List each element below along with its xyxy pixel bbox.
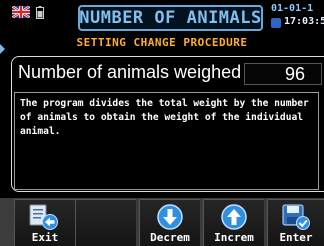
uk-flag-icon[interactable] xyxy=(12,6,30,18)
clock-icon xyxy=(271,18,281,28)
date-display: 01-01-1 xyxy=(271,3,314,14)
enter-button[interactable]: Enter xyxy=(267,199,324,246)
battery-icon xyxy=(36,6,44,19)
increment-arrow-icon xyxy=(221,204,247,230)
increment-button[interactable]: Increm xyxy=(203,199,264,246)
parameter-value: 96 xyxy=(284,64,305,84)
screen: NUMBER OF ANIMALS 01-01-1 17:03:5 SETTIN… xyxy=(0,0,324,246)
parameter-value-field[interactable]: 96 xyxy=(244,63,322,85)
decrement-label: Decrem xyxy=(150,231,190,244)
exit-icon xyxy=(29,204,58,230)
page-title: NUMBER OF ANIMALS xyxy=(79,8,262,28)
decrement-arrow-icon xyxy=(157,204,183,230)
increment-label: Increm xyxy=(214,231,254,244)
description-text: The program divides the total weight by … xyxy=(20,98,309,137)
save-icon xyxy=(282,204,310,230)
parameter-row: Number of animals weighed 96 xyxy=(18,62,324,86)
exit-label: Exit xyxy=(31,231,59,244)
exit-button[interactable]: Exit xyxy=(14,199,75,246)
title-box: NUMBER OF ANIMALS xyxy=(78,5,263,31)
parameter-label: Number of animals weighed xyxy=(18,62,242,82)
decrement-button[interactable]: Decrem xyxy=(139,199,200,246)
time-display: 17:03:5 xyxy=(284,16,324,27)
enter-label: Enter xyxy=(279,231,313,244)
page-subtitle: SETTING CHANGE PROCEDURE xyxy=(76,36,248,49)
empty-key[interactable] xyxy=(75,199,136,246)
